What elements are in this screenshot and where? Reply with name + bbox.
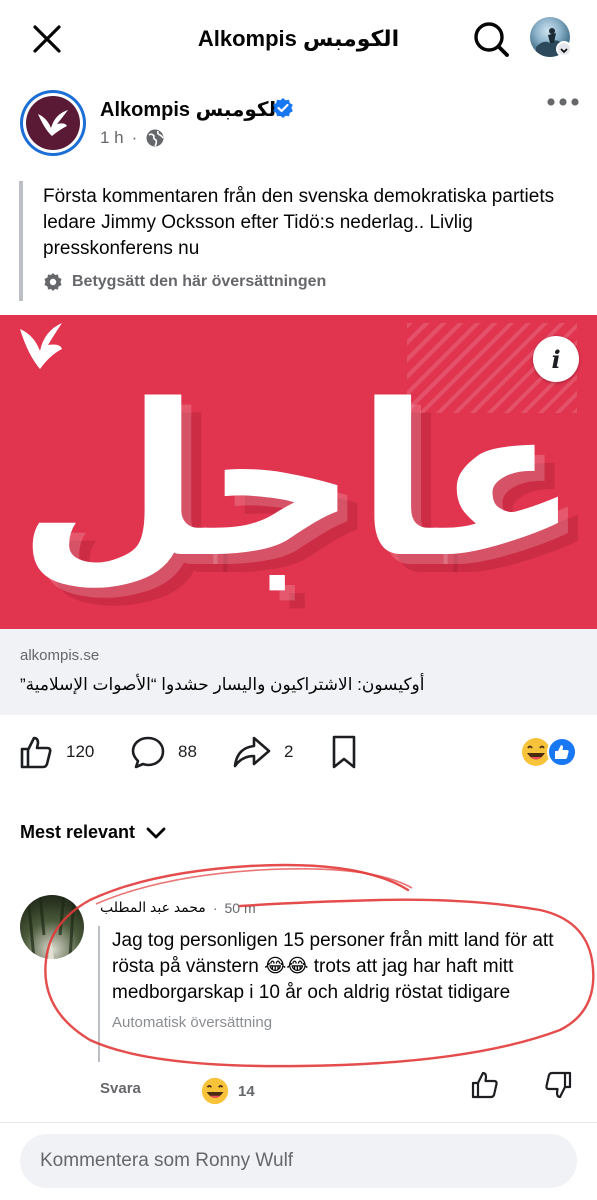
post-time[interactable]: 1 h [100, 128, 124, 148]
link-preview[interactable]: alkompis.se أوكيسون: الاشتراكيون واليسار… [0, 629, 597, 715]
auto-translation-label[interactable]: Automatisk översättning [112, 1014, 578, 1031]
reaction-summary[interactable] [520, 736, 580, 768]
like-button[interactable]: 120 [18, 730, 94, 774]
bookmark-icon [332, 735, 356, 769]
comment-text: Jag tog personligen 15 personer från mit… [112, 930, 554, 1003]
sort-label: Mest relevant [20, 822, 136, 842]
post-text: Första kommentaren från den svenska demo… [43, 186, 555, 259]
gear-icon [44, 273, 62, 291]
reply-button[interactable]: Svara [100, 1080, 141, 1097]
post-meta: 1 h · [100, 128, 165, 148]
page-name[interactable]: Alkompis الكومبس [100, 97, 283, 122]
comment-upvote-icon[interactable] [470, 1070, 500, 1100]
share-icon [233, 736, 271, 768]
info-icon[interactable]: i [533, 336, 579, 382]
more-options-icon[interactable] [546, 92, 580, 112]
laugh-reaction-icon [201, 1077, 229, 1105]
like-reaction-icon [547, 737, 577, 767]
link-title: أوكيسون: الاشتراكيون واليسار حشدوا “الأص… [20, 675, 425, 694]
laugh-reaction-icon [522, 738, 550, 766]
chevron-down-icon[interactable] [556, 41, 572, 57]
translated-comment: Jag tog personligen 15 personer från mit… [98, 926, 578, 1062]
comment-icon [131, 736, 165, 769]
page-avatar[interactable] [20, 90, 86, 156]
share-button[interactable]: 2 [232, 730, 293, 774]
rate-translation-link[interactable]: Betygsätt den här översättningen [43, 272, 579, 292]
breaking-news-word: عاجل [17, 358, 580, 604]
divider [0, 1122, 597, 1123]
comment-button[interactable]: 88 [130, 730, 197, 774]
translated-post: Första kommentaren från den svenska demo… [19, 181, 579, 301]
comment-reactions[interactable]: 14 [200, 1076, 255, 1106]
comment-count: 88 [178, 742, 197, 761]
comment-downvote-icon[interactable] [543, 1070, 573, 1100]
share-count: 2 [284, 742, 294, 761]
comment-author[interactable]: محمد عبد المطلب [100, 899, 206, 916]
post-actions: 120 88 2 [0, 730, 597, 776]
alkompis-logo-icon [38, 110, 68, 136]
globe-icon [146, 129, 165, 147]
thumbs-up-icon [20, 736, 52, 769]
search-icon[interactable] [470, 18, 512, 60]
comment-time: 50 m [224, 899, 256, 916]
rate-translation-label: Betygsätt den här översättningen [72, 273, 327, 290]
comment-input[interactable]: Kommentera som Ronny Wulf [20, 1134, 577, 1188]
comment-sort-dropdown[interactable]: Mest relevant [20, 822, 167, 843]
link-domain: alkompis.se [20, 647, 100, 664]
top-bar: Alkompis الكومبس [0, 0, 597, 78]
save-button[interactable] [330, 730, 358, 774]
like-count: 120 [66, 742, 95, 761]
commenter-avatar[interactable] [20, 895, 84, 959]
chevron-down-icon [146, 827, 166, 838]
verified-badge-icon [272, 97, 294, 119]
comment-header: محمد عبد المطلب · 50 m [100, 899, 256, 916]
comment-input-placeholder: Kommentera som Ronny Wulf [40, 1150, 294, 1171]
comment-reaction-count: 14 [238, 1082, 255, 1100]
